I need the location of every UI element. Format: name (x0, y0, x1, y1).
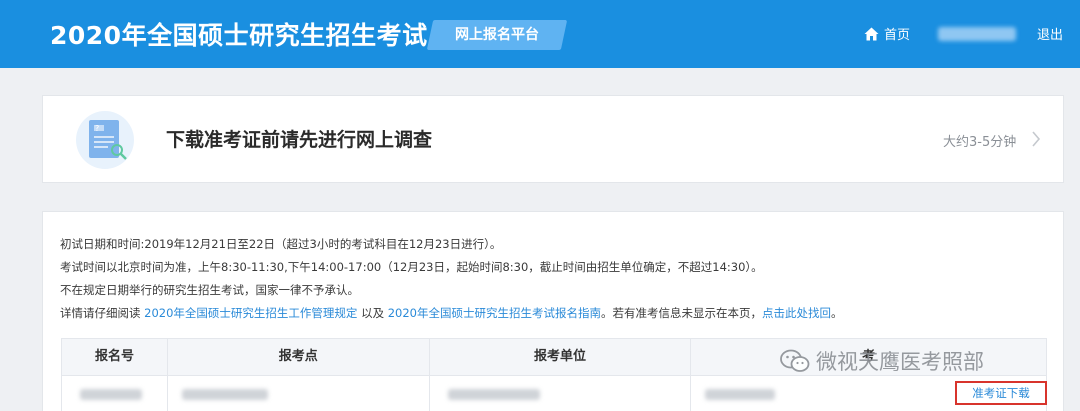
survey-duration: 大约3-5分钟 (943, 135, 1017, 150)
details-line: 详情请仔细阅读 2020年全国硕士研究生招生工作管理规定 以及 2020年全国硕… (60, 305, 843, 321)
platform-tag-label: 网上报名平台 (455, 27, 539, 43)
exam-time-line: 考试时间以北京时间为准，上午8:30-11:30,下午14:00-17:00（1… (60, 260, 763, 274)
table-row (62, 376, 1047, 411)
cell-exam-site (168, 376, 430, 411)
details-mid: 。若有准考信息未显示在本页， (601, 306, 762, 320)
app-title: 2020年全国硕士研究生招生考试 (50, 21, 428, 50)
watermark: 微视天鹰医考照部 (780, 346, 984, 376)
survey-document-icon: ? (76, 111, 134, 169)
home-icon (864, 27, 879, 40)
logout-link[interactable]: 退出 (1037, 24, 1063, 43)
col-header-exam-site: 报考点 (168, 339, 430, 375)
rules-link[interactable]: 2020年全国硕士研究生招生工作管理规定 (144, 306, 357, 320)
details-end: 。 (831, 306, 843, 320)
exam-info-card: 初试日期和时间:2019年12月21日至22日（超过3小时的考试科目在12月23… (42, 211, 1064, 411)
survey-card[interactable]: ? 下载准考证前请先进行网上调查 大约3-5分钟 (42, 95, 1064, 183)
exam-date-line: 初试日期和时间:2019年12月21日至22日（超过3小时的考试科目在12月23… (60, 237, 502, 251)
retrieve-link[interactable]: 点击此处找回 (762, 306, 831, 320)
svg-text:?: ? (95, 124, 99, 133)
home-link[interactable]: 首页 (864, 24, 910, 43)
user-name-blurred (938, 27, 1016, 41)
cell-institution (430, 376, 692, 411)
download-admission-ticket-button[interactable]: 准考证下载 (955, 381, 1047, 405)
cell-registration-no (62, 376, 168, 411)
watermark-text: 微视天鹰医考照部 (816, 350, 984, 374)
top-header: 2020年全国硕士研究生招生考试 网上报名平台 首页 退出 (0, 0, 1080, 68)
guide-link[interactable]: 2020年全国硕士研究生招生考试报名指南 (388, 306, 601, 320)
chevron-right-icon (1032, 131, 1041, 147)
exam-notice-line: 不在规定日期举行的研究生招生考试，国家一律不予承认。 (60, 283, 359, 297)
wechat-icon (780, 349, 810, 372)
survey-title: 下载准考证前请先进行网上调查 (166, 129, 433, 151)
col-header-institution: 报考单位 (430, 339, 692, 375)
and-text: 以及 (361, 306, 385, 320)
details-prefix: 详情请仔细阅读 (60, 306, 141, 320)
home-label: 首页 (884, 28, 911, 43)
col-header-registration-no: 报名号 (62, 339, 168, 375)
platform-tag: 网上报名平台 (426, 20, 568, 50)
